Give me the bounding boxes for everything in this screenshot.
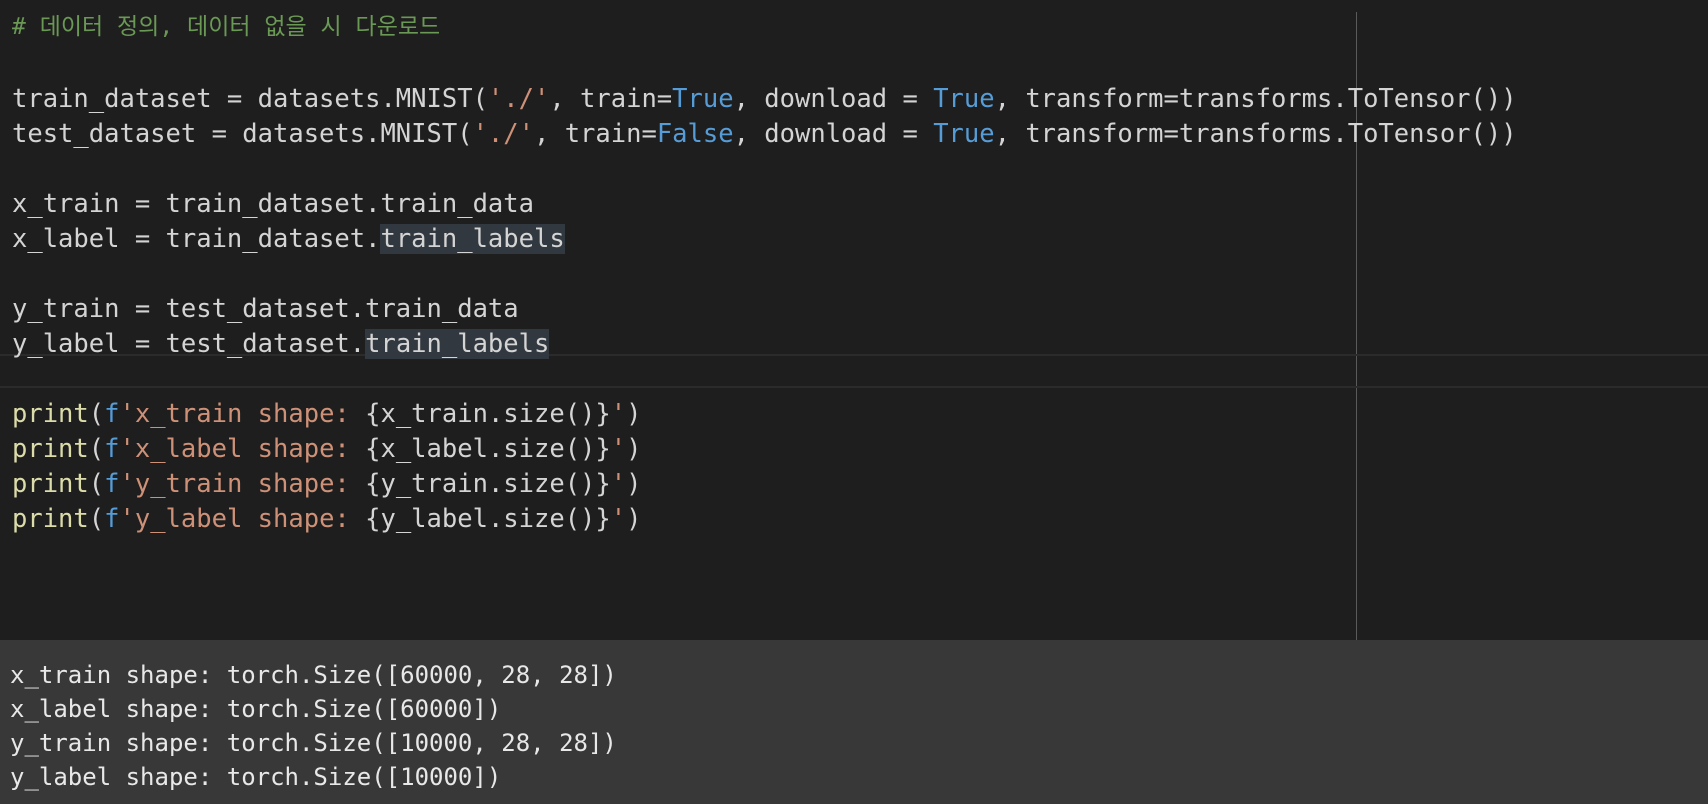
code-keyword: f xyxy=(104,434,120,464)
code-string: ' xyxy=(610,399,627,429)
code-string: './' xyxy=(472,119,534,149)
code-token: train_dataset = datasets.MNIST( xyxy=(12,84,488,114)
code-token: ( xyxy=(88,469,105,499)
code-string: ' xyxy=(610,469,627,499)
code-token: {x_label.size()} xyxy=(365,434,611,464)
code-line-x-train: x_train = train_dataset.train_data xyxy=(12,189,534,219)
code-comment: # 데이터 정의, 데이터 없을 시 다운로드 xyxy=(12,14,441,40)
code-line-y-label: y_label = test_dataset.train_labels xyxy=(12,325,550,363)
code-string: './' xyxy=(487,84,550,114)
code-token: , download = xyxy=(733,84,934,114)
selection-highlight: train_labels xyxy=(365,329,550,359)
code-line-x-label: x_label = train_dataset.train_labels xyxy=(12,220,565,258)
code-string: ' xyxy=(610,434,627,464)
code-token: {x_train.size()} xyxy=(365,399,611,429)
code-token: , transform=transforms.ToTensor()) xyxy=(994,84,1517,114)
code-token: {y_train.size()} xyxy=(365,469,611,499)
code-line-print: print(f'x_train shape: {x_train.size()}'… xyxy=(12,395,641,433)
code-string: 'x_train shape: xyxy=(119,399,366,429)
cell-output: x_train shape: torch.Size([60000, 28, 28… xyxy=(0,640,1708,804)
code-token: ) xyxy=(626,504,642,534)
code-keyword: f xyxy=(104,469,120,499)
code-token: ) xyxy=(626,399,642,429)
code-keyword: f xyxy=(104,399,120,429)
code-token: x_label = train_dataset. xyxy=(12,224,381,254)
code-token: y_label = test_dataset. xyxy=(12,329,366,359)
code-token: ( xyxy=(88,434,105,464)
code-function: print xyxy=(12,469,89,499)
code-string: 'x_label shape: xyxy=(119,434,366,464)
output-line: x_train shape: torch.Size([60000, 28, 28… xyxy=(10,661,617,689)
code-function: print xyxy=(12,434,89,464)
code-token: , train= xyxy=(534,119,657,149)
code-token: ( xyxy=(88,504,105,534)
code-string: ' xyxy=(610,504,627,534)
code-line-train-dataset: train_dataset = datasets.MNIST('./', tra… xyxy=(12,80,1517,118)
code-function: print xyxy=(12,504,89,534)
code-keyword: True xyxy=(672,84,734,114)
code-line-test-dataset: test_dataset = datasets.MNIST('./', trai… xyxy=(12,115,1517,153)
code-function: print xyxy=(12,399,89,429)
code-line-y-train: y_train = test_dataset.train_data xyxy=(12,294,519,324)
code-keyword: False xyxy=(656,119,734,149)
code-line-print: print(f'y_train shape: {y_train.size()}'… xyxy=(12,465,641,503)
code-token: , train= xyxy=(549,84,673,114)
output-line: y_label shape: torch.Size([10000]) xyxy=(10,763,502,791)
code-string: 'y_label shape: xyxy=(119,504,366,534)
code-token: ( xyxy=(88,399,105,429)
code-token: ) xyxy=(626,434,642,464)
output-line: x_label shape: torch.Size([60000]) xyxy=(10,695,502,723)
code-token: test_dataset = datasets.MNIST( xyxy=(12,119,473,149)
selection-highlight: train_labels xyxy=(380,224,565,254)
code-line-print: print(f'y_label shape: {y_label.size()}'… xyxy=(12,500,641,538)
code-keyword: True xyxy=(933,119,995,149)
code-token: , download = xyxy=(733,119,934,149)
code-editor[interactable]: # 데이터 정의, 데이터 없을 시 다운로드 train_dataset = … xyxy=(0,0,1708,640)
code-token: {y_label.size()} xyxy=(365,504,611,534)
code-line-print: print(f'x_label shape: {x_label.size()}'… xyxy=(12,430,641,468)
code-keyword: f xyxy=(104,504,120,534)
code-keyword: True xyxy=(933,84,995,114)
code-string: 'y_train shape: xyxy=(119,469,366,499)
output-line: y_train shape: torch.Size([10000, 28, 28… xyxy=(10,729,617,757)
code-token: ) xyxy=(626,469,642,499)
code-token: , transform=transforms.ToTensor()) xyxy=(994,119,1517,149)
